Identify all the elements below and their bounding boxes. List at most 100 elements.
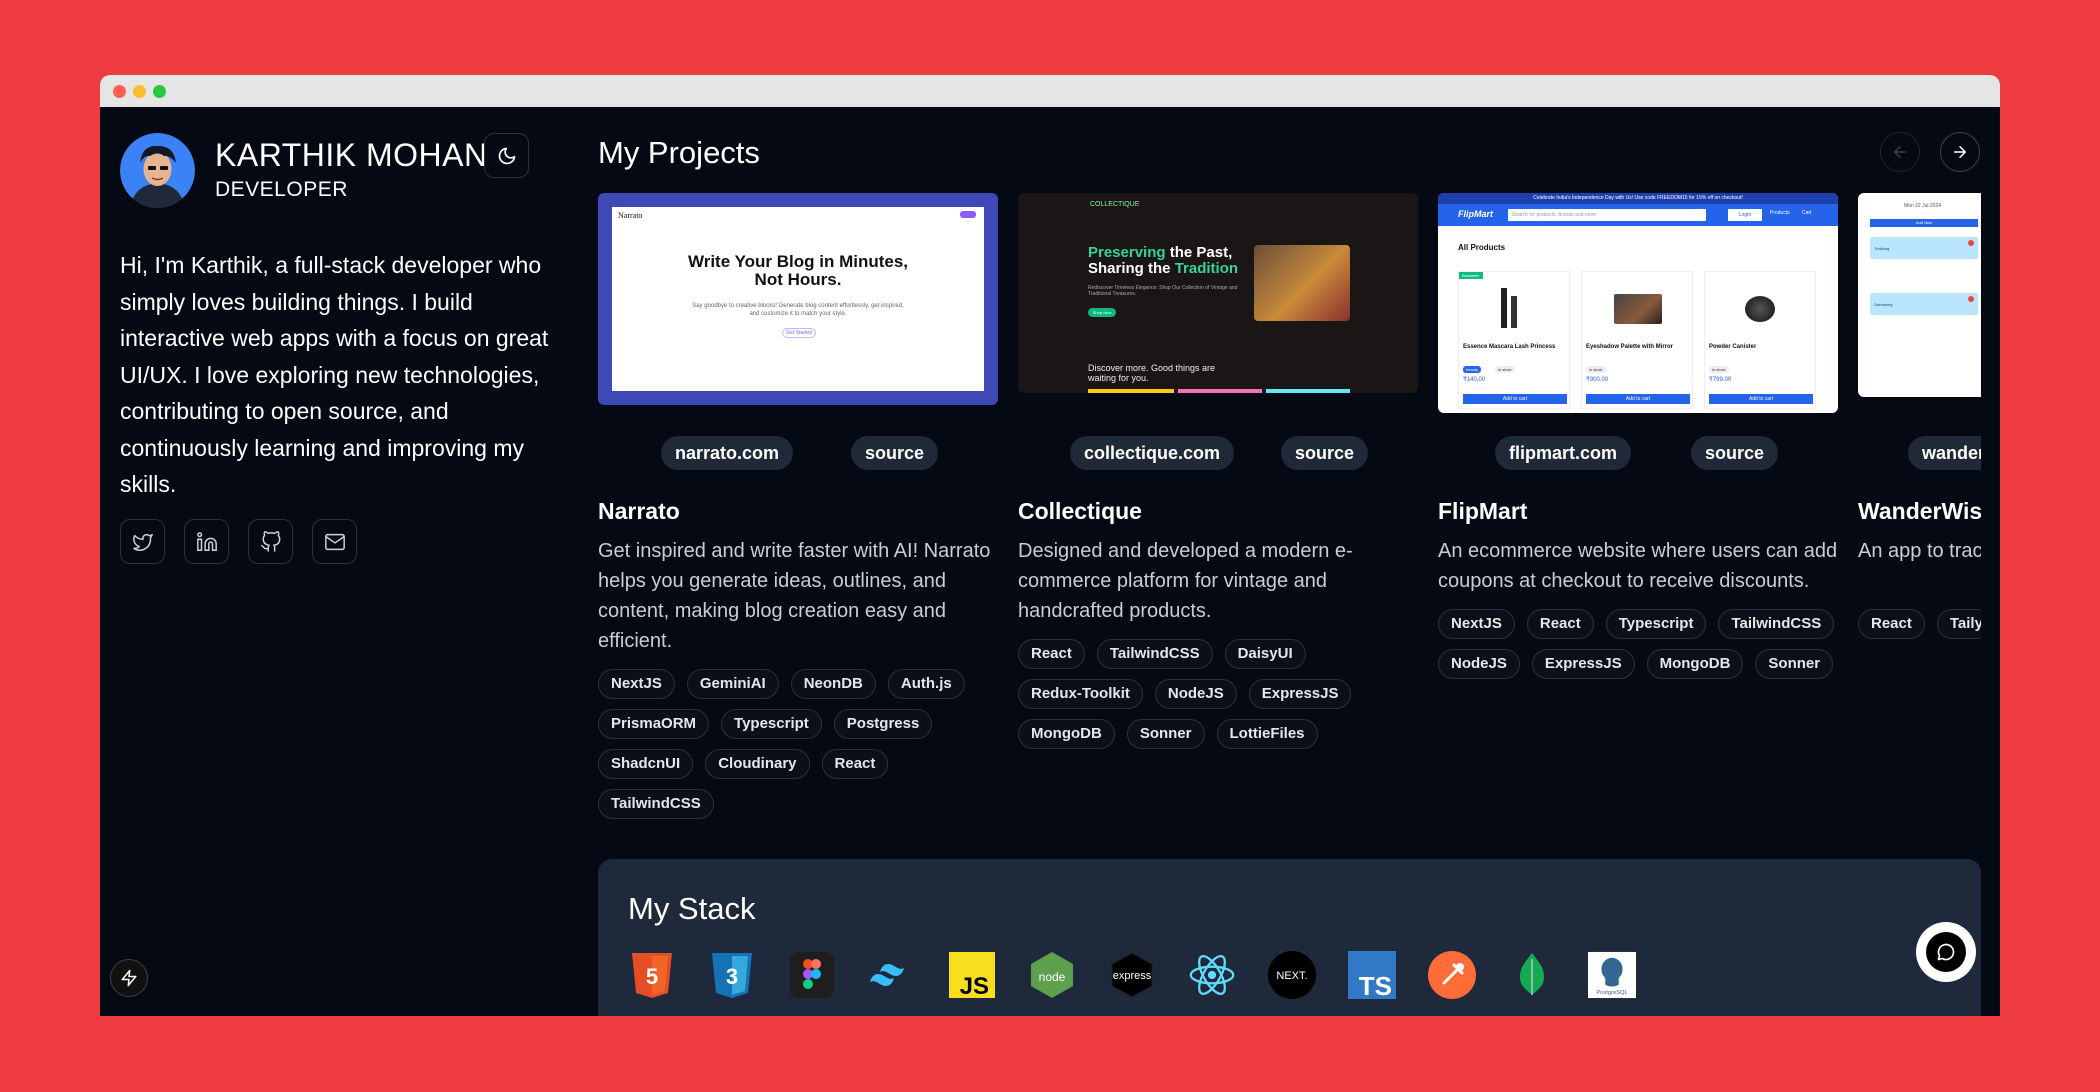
project-title: Narrato — [598, 498, 680, 524]
chat-button-inner — [1926, 932, 1966, 972]
preview-logo: Narrato — [618, 211, 643, 220]
figma-icon — [788, 951, 836, 999]
tag: NextJS — [598, 669, 675, 699]
mail-link[interactable] — [312, 519, 357, 564]
maximize-dot[interactable] — [153, 85, 166, 98]
stack-icon-row: 5 3 JS node express NEXT. TS PostgreSQL — [628, 951, 1636, 999]
profile-role: DEVELOPER — [215, 178, 348, 201]
theme-toggle-button[interactable] — [484, 133, 529, 178]
tag: DaisyUI — [1224, 639, 1306, 669]
tag: NodeJS — [1438, 649, 1520, 679]
html5-icon: 5 — [628, 951, 676, 999]
project-card: Narrato Write Your Blog in Minutes, Not … — [598, 193, 998, 819]
tag: Typescript — [1605, 609, 1707, 639]
preview-search: Search for products, brands and more — [1508, 209, 1706, 221]
prev-project-button[interactable] — [1880, 132, 1920, 172]
moon-icon — [498, 147, 515, 164]
source-link[interactable]: source — [851, 436, 939, 470]
nodejs-icon: node — [1028, 951, 1076, 999]
close-dot[interactable] — [113, 85, 126, 98]
tailwind-icon — [868, 951, 916, 999]
github-link[interactable] — [248, 519, 293, 564]
tag: ExpressJS — [1531, 649, 1635, 679]
twitter-link[interactable] — [120, 519, 165, 564]
typescript-icon: TS — [1348, 951, 1396, 999]
project-description: Get inspired and write faster with AI! N… — [598, 540, 991, 652]
chat-button[interactable] — [1916, 922, 1976, 982]
linkedin-icon — [196, 531, 217, 551]
tag: Redux-Toolkit — [1018, 679, 1143, 709]
tag-list: NextJS GeminiAI NeonDB Auth.js PrismaORM… — [598, 669, 998, 819]
project-title: WanderWis — [1858, 498, 1981, 524]
mongodb-icon — [1508, 951, 1556, 999]
site-link[interactable]: collectique.com — [1070, 436, 1235, 470]
preview-footer: Discover more. Good things are waiting f… — [1088, 363, 1216, 383]
tag-list: NextJS React Typescript TailwindCSS Node… — [1438, 609, 1838, 679]
preview-sub: Say goodbye to creative blocks! Generate… — [692, 303, 904, 317]
profile-bio: Hi, I'm Karthik, a full-stack developer … — [120, 252, 549, 497]
project-card: Mon 22 Jul 2024 Add New Trekking Swimmin… — [1858, 193, 1981, 639]
project-preview[interactable]: Celebrate India's Independence Day with … — [1438, 193, 1838, 413]
tag: MongoDB — [1018, 719, 1115, 749]
express-icon: express — [1108, 951, 1156, 999]
tag: TailwindCSS — [1718, 609, 1835, 639]
preview-heading: All Products — [1458, 243, 1506, 252]
svg-text:TS: TS — [1359, 971, 1392, 999]
project-links: wander — [1858, 436, 1981, 470]
linkedin-link[interactable] — [184, 519, 229, 564]
project-links: narrato.com source — [598, 436, 998, 470]
tag: Typescript — [721, 709, 822, 739]
tag: Sonner — [1126, 719, 1205, 749]
project-preview[interactable]: COLLECTIQUE Preserving the Past, Sharing… — [1018, 193, 1418, 393]
preview-cta: Shop Now — [1088, 308, 1116, 317]
project-links: collectique.com source — [1018, 436, 1418, 470]
tag: Taily — [1936, 609, 1981, 639]
source-link[interactable]: source — [1281, 436, 1369, 470]
site-link[interactable]: wander — [1908, 436, 1981, 470]
source-link[interactable]: source — [1691, 436, 1779, 470]
svg-text:node: node — [1039, 970, 1066, 984]
preview-heading: Preserving the Past, Sharing the Traditi… — [1088, 244, 1239, 277]
quick-action-button[interactable] — [110, 959, 148, 997]
postgresql-icon: PostgreSQL — [1588, 951, 1636, 999]
javascript-icon: JS — [948, 951, 996, 999]
tag: MongoDB — [1646, 649, 1744, 679]
project-links: flipmart.com source — [1438, 436, 1838, 470]
css3-icon: 3 — [708, 951, 756, 999]
browser-window: KARTHIK MOHAN DEVELOPER Hi, I'm Karthik,… — [100, 75, 2000, 1016]
preview-logo: FlipMart — [1458, 209, 1493, 219]
tag: LottieFiles — [1216, 719, 1318, 749]
project-description: An app to trac effortlessly. — [1858, 540, 1981, 562]
project-description: Designed and developed a modern e-commer… — [1018, 540, 1353, 622]
project-preview[interactable]: Narrato Write Your Blog in Minutes, Not … — [598, 193, 998, 405]
tag: GeminiAI — [686, 669, 779, 699]
tag: NodeJS — [1154, 679, 1237, 709]
tag: Postgress — [833, 709, 933, 739]
tag: Sonner — [1755, 649, 1834, 679]
stack-title: My Stack — [628, 891, 756, 926]
preview-cart: Cart — [1802, 210, 1812, 216]
svg-text:5: 5 — [646, 964, 658, 989]
tag: React — [1018, 639, 1085, 669]
site-link[interactable]: flipmart.com — [1495, 436, 1632, 470]
tag: NextJS — [1438, 609, 1515, 639]
project-title: FlipMart — [1438, 498, 1528, 524]
tag: Auth.js — [887, 669, 965, 699]
preview-add: Add New — [1870, 219, 1978, 227]
react-icon — [1188, 951, 1236, 999]
tag: PrismaORM — [598, 709, 710, 739]
next-project-button[interactable] — [1940, 132, 1980, 172]
minimize-dot[interactable] — [133, 85, 146, 98]
project-card: Celebrate India's Independence Day with … — [1438, 193, 1838, 679]
preview-cta: Get Started — [782, 328, 816, 338]
projects-title: My Projects — [598, 135, 760, 170]
stack-section: My Stack 5 3 JS node express NEXT. TS Po… — [598, 859, 1981, 1016]
tag: React — [821, 749, 889, 779]
project-title: Collectique — [1018, 498, 1142, 524]
project-preview[interactable]: Mon 22 Jul 2024 Add New Trekking Swimmin… — [1858, 193, 1981, 397]
twitter-icon — [132, 533, 153, 551]
arrow-right-icon — [1954, 146, 1967, 158]
site-link[interactable]: narrato.com — [661, 436, 794, 470]
nextjs-icon: NEXT. — [1268, 951, 1316, 999]
tag: React — [1526, 609, 1594, 639]
